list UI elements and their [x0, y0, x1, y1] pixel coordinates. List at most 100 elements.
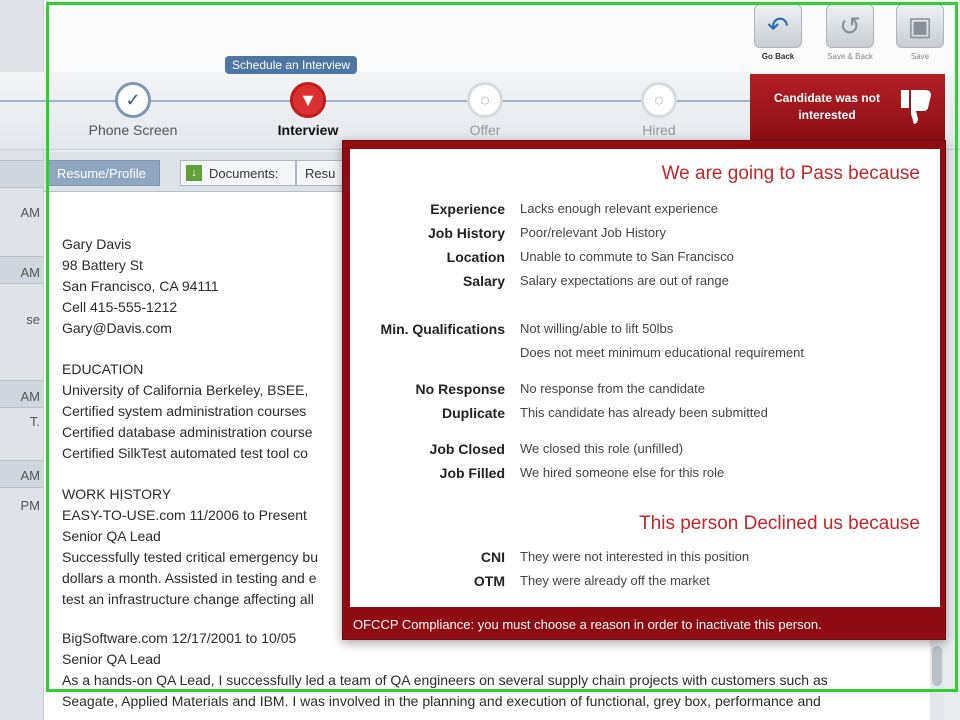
resume-line: EDUCATION	[62, 361, 144, 377]
hired-icon: ○	[641, 82, 677, 118]
reason-salary[interactable]: Salary Salary expectations are out of ra…	[350, 273, 940, 297]
go-back-label: Go Back	[761, 52, 795, 61]
reason-description: Unable to commute to San Francisco	[520, 249, 734, 264]
reason-job-closed[interactable]: Job Closed We closed this role (unfilled…	[350, 441, 940, 465]
declined-section-title: This person Declined us because	[639, 513, 920, 534]
resume-line: Certified database administration course	[62, 424, 313, 440]
save-and-back-label: Save & Back	[827, 52, 873, 61]
resume-line: test an infrastructure change affecting …	[62, 591, 314, 607]
stage-label: Interview	[277, 122, 339, 138]
resume-line: Senior QA Lead	[62, 651, 161, 667]
reason-description: Not willing/able to lift 50lbs	[520, 321, 674, 336]
tab-resume-2[interactable]: Resu	[296, 160, 348, 186]
resume-line: San Francisco, CA 94111	[62, 278, 219, 294]
thumbs-down-icon	[901, 90, 931, 124]
resume-line: 98 Battery St	[62, 257, 143, 273]
resume-line: Gary Davis	[62, 236, 132, 252]
reason-category: Duplicate	[441, 405, 505, 421]
stage-offer[interactable]: ○ Offer	[420, 82, 550, 138]
stage-phone-screen[interactable]: ✓ Phone Screen	[68, 82, 198, 138]
reason-category: Job Filled	[439, 465, 505, 481]
offer-icon: ○	[467, 82, 503, 118]
left-strip-text: AM	[20, 205, 41, 220]
resume-line: EASY-TO-USE.com 11/2006 to Present	[62, 507, 307, 523]
left-strip-text: se	[26, 312, 40, 327]
reason-description: We closed this role (unfilled)	[520, 441, 684, 456]
reason-description: Lacks enough relevant experience	[520, 201, 719, 216]
resume-line: BigSoftware.com 12/17/2001 to 10/05	[62, 630, 297, 646]
reason-education-requirement[interactable]: Does not meet minimum educational requir…	[350, 345, 940, 369]
resume-line: Senior QA Lead	[62, 528, 161, 544]
reason-description: Salary expectations are out of range	[520, 273, 729, 288]
resume-line: WORK HISTORY	[62, 486, 172, 502]
stage-label: Offer	[469, 122, 501, 138]
reason-description: They were already off the market	[520, 573, 710, 588]
reason-category: Experience	[430, 201, 505, 217]
reason-otm[interactable]: OTM They were already off the market	[350, 573, 940, 597]
reason-category: Job Closed	[429, 441, 505, 457]
candidate-not-interested-button[interactable]: Candidate was not interested	[750, 74, 945, 142]
save-label: Save	[910, 52, 930, 61]
reason-category: CNI	[480, 549, 505, 565]
resume-line: Successfully tested critical emergency b…	[62, 549, 318, 565]
reason-description: This candidate has already been submitte…	[520, 405, 768, 420]
left-strip-text: PM	[20, 498, 41, 513]
reason-description: They were not interested in this positio…	[520, 549, 750, 564]
checkmark-icon: ✓	[115, 82, 151, 118]
stage-hired[interactable]: ○ Hired	[594, 82, 724, 138]
reason-description: No response from the candidate	[520, 381, 705, 396]
save-back-icon: ↺	[826, 4, 874, 48]
reason-no-response[interactable]: No Response No response from the candida…	[350, 381, 940, 405]
schedule-interview-tooltip: Schedule an Interview	[225, 56, 358, 74]
resume-scrollbar[interactable]	[930, 640, 944, 720]
reason-category: OTM	[473, 573, 505, 589]
tab-documents-label: Documents:	[209, 166, 279, 181]
reason-list-panel: We are going to Pass because Experience …	[350, 149, 940, 607]
left-strip-text: AM	[20, 265, 41, 280]
reason-min-qualifications[interactable]: Min. Qualifications Not willing/able to …	[350, 321, 940, 345]
resume-tabs: Resume/Profile ↓ Documents: Resu	[44, 152, 348, 192]
not-interested-label: Candidate was not interested	[773, 91, 880, 122]
resume-line: dollars a month. Assisted in testing and…	[62, 570, 317, 586]
resume-line: Gary@Davis.com	[62, 320, 172, 336]
reason-description: Poor/relevant Job History	[520, 225, 666, 240]
save-icon: ▣	[896, 4, 944, 48]
stage-label: Phone Screen	[88, 122, 178, 138]
thumbs-down-icon: ▼	[290, 82, 326, 118]
reason-job-history[interactable]: Job History Poor/relevant Job History	[350, 225, 940, 249]
left-strip-header	[0, 160, 44, 188]
resume-line: Seagate, Applied Materials and IBM. I wa…	[62, 693, 821, 709]
left-strip-text: AM	[20, 389, 41, 404]
go-back-button[interactable]: ↶ Go Back	[752, 4, 804, 66]
reason-category: Salary	[462, 273, 505, 289]
reason-cni[interactable]: CNI They were not interested in this pos…	[350, 549, 940, 573]
reason-category: No Response	[415, 381, 505, 397]
resume-line: Certified system administration courses	[62, 403, 307, 419]
reason-experience[interactable]: Experience Lacks enough relevant experie…	[350, 201, 940, 225]
resume-line: Certified SilkTest automated test tool c…	[62, 445, 308, 461]
reason-description: We hired someone else for this role	[520, 465, 725, 480]
pass-section-title: We are going to Pass because	[661, 163, 920, 184]
tab-documents[interactable]: ↓ Documents:	[180, 160, 296, 186]
stage-interview[interactable]: ▼ Interview	[243, 82, 373, 138]
download-icon: ↓	[186, 165, 202, 181]
reason-category: Min. Qualifications	[380, 321, 505, 337]
save-and-back-button[interactable]: ↺ Save & Back	[824, 4, 876, 66]
reason-job-filled[interactable]: Job Filled We hired someone else for thi…	[350, 465, 940, 489]
back-arrow-icon: ↶	[754, 4, 802, 48]
reason-location[interactable]: Location Unable to commute to San Franci…	[350, 249, 940, 273]
reason-category: Job History	[427, 225, 505, 241]
reason-duplicate[interactable]: Duplicate This candidate has already bee…	[350, 405, 940, 429]
reason-description: Does not meet minimum educational requir…	[520, 345, 804, 360]
resume-line: University of California Berkeley, BSEE,	[62, 382, 309, 398]
resume-line: As a hands-on QA Lead, I successfully le…	[62, 672, 828, 688]
ofccp-compliance-note: OFCCP Compliance: you must choose a reas…	[353, 617, 822, 632]
scrollbar-thumb[interactable]	[932, 646, 942, 686]
reason-category: Location	[446, 249, 505, 265]
resume-line: Cell 415-555-1212	[62, 299, 178, 315]
inactivate-reason-popup: We are going to Pass because Experience …	[342, 140, 946, 640]
save-button[interactable]: ▣ Save	[894, 4, 946, 66]
left-strip-text: AM	[20, 468, 41, 483]
tab-resume-profile[interactable]: Resume/Profile	[48, 160, 160, 186]
stage-label: Hired	[642, 122, 676, 138]
